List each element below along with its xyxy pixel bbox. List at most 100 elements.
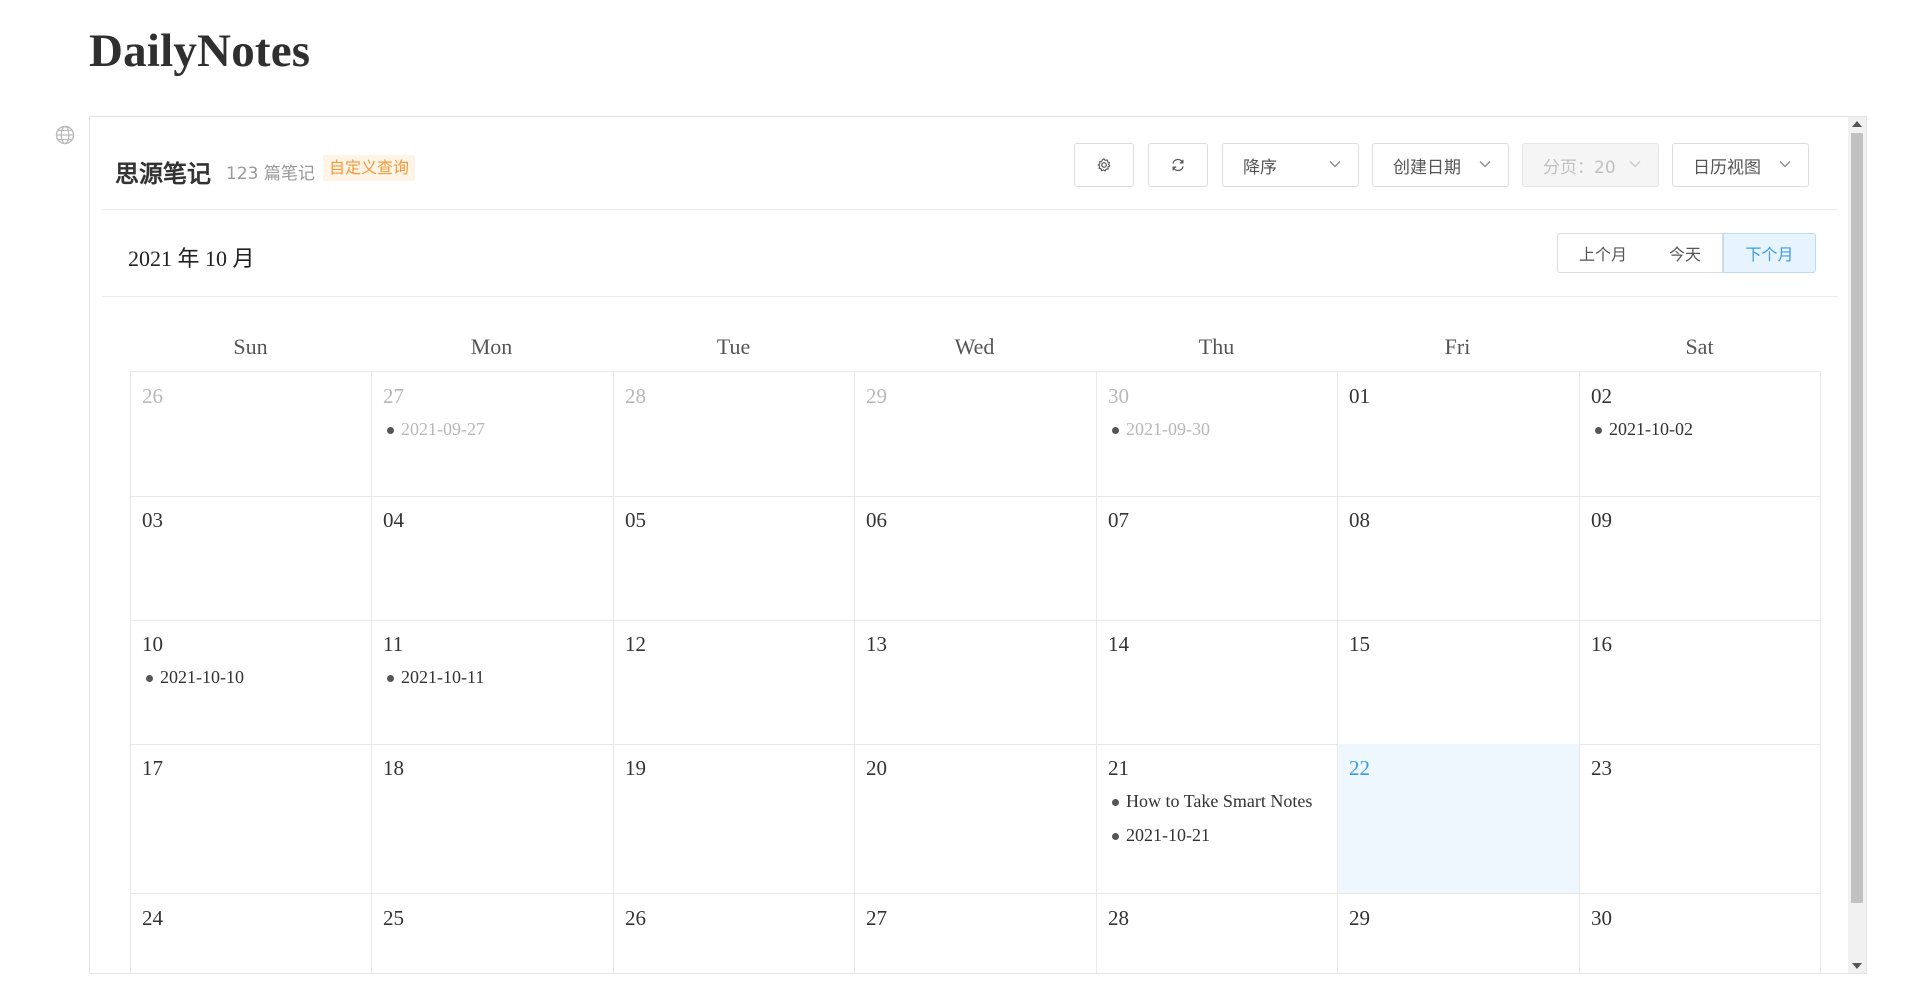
note-link[interactable]: 2021-10-02	[1594, 416, 1810, 443]
day-number: 24	[142, 906, 163, 930]
day-number: 16	[1591, 632, 1612, 656]
calendar-week-row: 26 27 2021-09-27 28 29 30 2021-09-30 01 02 2021-1…	[130, 372, 1821, 497]
calendar-day-cell[interactable]: 28	[613, 372, 854, 496]
weekday-header: Sun Mon Tue Wed Thu Fri Sat	[130, 322, 1820, 372]
calendar-day-cell[interactable]: 27 2021-09-27	[371, 372, 613, 496]
day-number: 29	[866, 384, 887, 408]
refresh-button[interactable]	[1148, 143, 1208, 187]
next-month-button[interactable]: 下个月	[1723, 233, 1816, 273]
day-number: 17	[142, 756, 163, 780]
day-number: 26	[142, 384, 163, 408]
day-events: 2021-10-02	[1594, 416, 1810, 450]
calendar-week-row: 03 04 05 06 07 08 09	[130, 496, 1821, 621]
calendar-day-cell[interactable]: 03	[130, 496, 371, 620]
calendar-day-cell[interactable]: 26	[613, 894, 854, 973]
calendar-day-cell[interactable]: 05	[613, 496, 854, 620]
today-button[interactable]: 今天	[1648, 233, 1723, 273]
calendar-day-cell[interactable]: 04	[371, 496, 613, 620]
chevron-down-icon	[1629, 161, 1641, 168]
day-number: 28	[625, 384, 646, 408]
calendar-day-cell[interactable]: 06	[854, 496, 1096, 620]
sort-order-value: 降序	[1243, 157, 1277, 178]
calendar-day-cell[interactable]: 09	[1579, 496, 1821, 620]
scroll-thumb[interactable]	[1851, 133, 1863, 903]
calendar-day-cell[interactable]: 29	[1337, 894, 1579, 973]
calendar-day-cell[interactable]: 19	[613, 744, 854, 893]
calendar-day-cell[interactable]: 21 How to Take Smart Notes 2021-10-21	[1096, 744, 1337, 893]
day-number: 18	[383, 756, 404, 780]
weekday-label: Tue	[716, 334, 751, 359]
calendar-day-cell[interactable]: 15	[1337, 620, 1579, 744]
calendar-day-cell[interactable]: 26	[130, 372, 371, 496]
calendar-grid: 26 27 2021-09-27 28 29 30 2021-09-30 01 02 2021-1…	[130, 371, 1821, 973]
scroll-up-arrow[interactable]	[1852, 121, 1862, 127]
calendar-day-cell[interactable]: 16	[1579, 620, 1821, 744]
sort-order-select[interactable]: 降序	[1222, 143, 1359, 187]
calendar-day-cell[interactable]: 28	[1096, 894, 1337, 973]
day-events: How to Take Smart Notes 2021-10-21	[1111, 788, 1327, 856]
calendar-day-cell[interactable]: 14	[1096, 620, 1337, 744]
refresh-icon	[1172, 158, 1184, 172]
calendar-day-cell[interactable]: 12	[613, 620, 854, 744]
day-number: 27	[866, 906, 887, 930]
calendar-day-cell-today[interactable]: 22	[1337, 744, 1579, 893]
note-count: 123 篇笔记	[226, 164, 315, 184]
calendar-day-cell[interactable]: 10 2021-10-10	[130, 620, 371, 744]
calendar-day-cell[interactable]: 08	[1337, 496, 1579, 620]
day-number: 27	[383, 384, 404, 408]
notebook-header: 思源笔记 123 篇笔记 自定义查询 降序 创建日期 分页：20 日历视图	[102, 117, 1838, 210]
calendar-day-cell[interactable]: 30	[1579, 894, 1821, 973]
calendar-day-cell[interactable]: 30 2021-09-30	[1096, 372, 1337, 496]
day-number: 02	[1591, 384, 1612, 408]
prev-month-button[interactable]: 上个月	[1557, 233, 1649, 273]
calendar-day-cell[interactable]: 17	[130, 744, 371, 893]
calendar-day-cell[interactable]: 01	[1337, 372, 1579, 496]
note-link[interactable]: How to Take Smart Notes	[1111, 788, 1327, 815]
day-number: 11	[383, 632, 404, 656]
calendar-day-cell[interactable]: 25	[371, 894, 613, 973]
calendar-day-cell[interactable]: 13	[854, 620, 1096, 744]
calendar-day-cell[interactable]: 24	[130, 894, 371, 973]
calendar-week-row: 10 2021-10-10 11 2021-10-11 12 13 14 15 16	[130, 620, 1821, 745]
chevron-down-icon	[1329, 161, 1341, 168]
day-number: 30	[1591, 906, 1612, 930]
vertical-scrollbar[interactable]	[1848, 117, 1866, 973]
day-number: 19	[625, 756, 646, 780]
scroll-down-arrow[interactable]	[1852, 963, 1862, 969]
day-number: 09	[1591, 508, 1612, 532]
calendar-week-row: 17 18 19 20 21 How to Take Smart Notes 2021-10…	[130, 744, 1821, 894]
note-link[interactable]: 2021-10-21	[1111, 822, 1327, 849]
globe-icon[interactable]	[54, 124, 76, 146]
calendar-day-cell[interactable]: 11 2021-10-11	[371, 620, 613, 744]
calendar-day-cell[interactable]: 20	[854, 744, 1096, 893]
day-number: 29	[1349, 906, 1370, 930]
chevron-down-icon	[1479, 161, 1491, 168]
view-mode-select[interactable]: 日历视图	[1672, 143, 1809, 187]
day-number: 08	[1349, 508, 1370, 532]
sort-field-select[interactable]: 创建日期	[1372, 143, 1509, 187]
settings-button[interactable]	[1074, 143, 1134, 187]
calendar-day-cell[interactable]: 23	[1579, 744, 1821, 893]
note-link[interactable]: 2021-10-10	[145, 664, 361, 691]
day-number: 28	[1108, 906, 1129, 930]
note-link[interactable]: 2021-09-27	[386, 416, 603, 443]
chevron-down-icon	[1779, 161, 1791, 168]
day-events: 2021-09-27	[386, 416, 603, 450]
calendar-day-cell[interactable]: 18	[371, 744, 613, 893]
weekday-label: Sat	[1685, 334, 1714, 359]
calendar-day-cell[interactable]: 07	[1096, 496, 1337, 620]
calendar-toolbar: 2021 年 10 月 上个月 今天 下个月	[102, 211, 1838, 297]
note-link[interactable]: 2021-10-11	[386, 664, 603, 691]
calendar-day-cell[interactable]: 27	[854, 894, 1096, 973]
page-size-value: 分页：20	[1543, 157, 1616, 178]
calendar-day-cell[interactable]: 29	[854, 372, 1096, 496]
day-number: 13	[866, 632, 887, 656]
day-number: 21	[1108, 756, 1129, 780]
custom-query-tag[interactable]: 自定义查询	[323, 155, 416, 181]
page-title: DailyNotes	[89, 25, 311, 77]
weekday-label: Fri	[1444, 334, 1471, 359]
weekday-label: Sun	[233, 334, 268, 359]
calendar-day-cell[interactable]: 02 2021-10-02	[1579, 372, 1821, 496]
note-link[interactable]: 2021-09-30	[1111, 416, 1327, 443]
day-number: 05	[625, 508, 646, 532]
